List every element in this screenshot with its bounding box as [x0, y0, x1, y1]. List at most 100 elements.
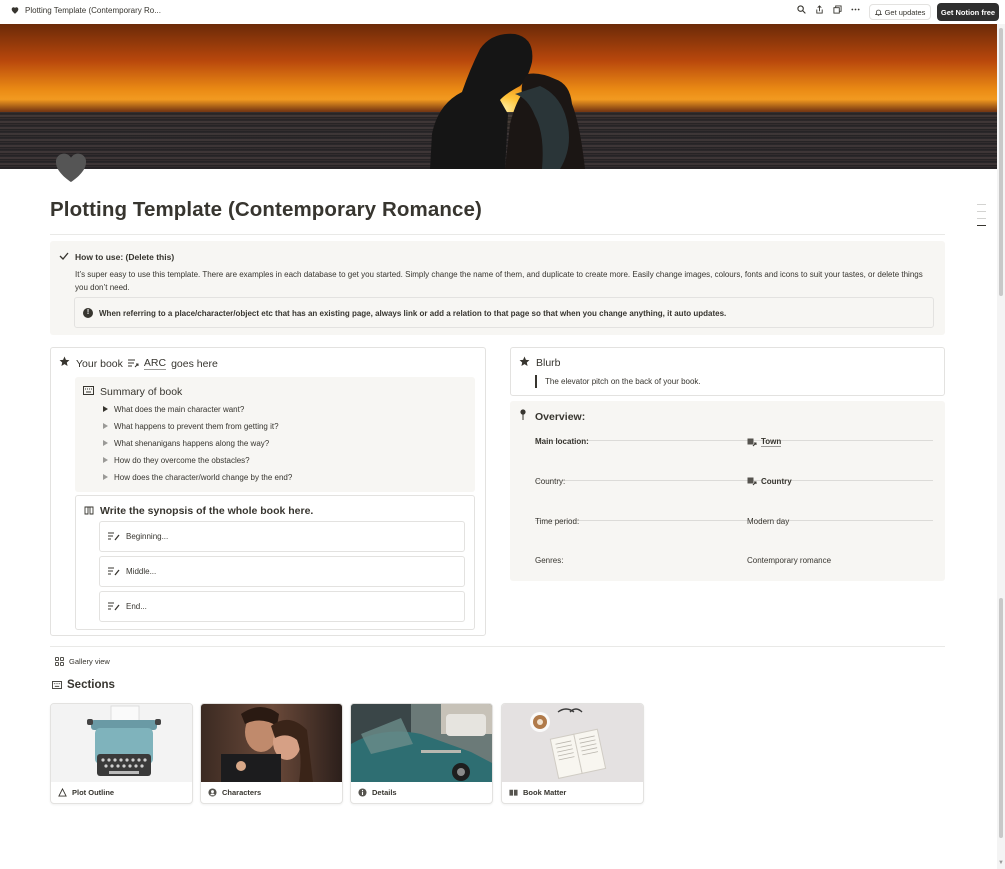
- exclamation-icon: !: [83, 308, 93, 318]
- toggle-arrow-icon[interactable]: [103, 457, 108, 463]
- scroll-down-arrow-icon[interactable]: ▼: [998, 860, 1004, 866]
- blurb-quote[interactable]: The elevator pitch on the back of your b…: [535, 375, 701, 388]
- star-icon: [519, 356, 530, 367]
- gallery-grid-icon: [55, 657, 64, 666]
- database-link-icon: [127, 359, 139, 368]
- card-label: Characters: [222, 788, 262, 797]
- card-label: Plot Outline: [72, 788, 115, 797]
- synopsis-middle[interactable]: Middle...: [99, 556, 465, 587]
- get-updates-button[interactable]: Get updates: [869, 4, 931, 20]
- linking-note-text: When referring to a place/character/obje…: [99, 309, 727, 318]
- more-options-icon[interactable]: [851, 5, 860, 14]
- info-circle-icon: [358, 788, 367, 797]
- card-title: Plot Outline: [58, 788, 114, 797]
- summary-title: Summary of book: [100, 386, 183, 398]
- toggle-item[interactable]: What happens to prevent them from gettin…: [103, 422, 292, 439]
- writing-icon: [108, 567, 120, 576]
- gallery-card-characters[interactable]: Characters: [200, 703, 343, 804]
- card-label: Book Matter: [523, 788, 567, 797]
- book-summary-block: Your book ARC goes here Summary of book …: [50, 347, 486, 636]
- synopsis-beginning-label: Beginning...: [126, 532, 169, 541]
- card-title: Characters: [208, 788, 261, 797]
- toggle-arrow-icon[interactable]: [103, 423, 108, 429]
- synopsis-middle-label: Middle...: [126, 567, 157, 576]
- page-title: Plotting Template (Contemporary Romance): [50, 198, 482, 221]
- breadcrumb-page-title: Plotting Template (Contemporary Ro...: [25, 5, 161, 15]
- overview-row-main-location: Main location: Town: [535, 401, 933, 447]
- blurb-title: Blurb: [536, 357, 561, 369]
- overview-row-genres: Genres: Contemporary romance: [535, 520, 933, 565]
- book-heading-suffix: goes here: [171, 357, 218, 370]
- toggle-item[interactable]: How do they overcome the obstacles?: [103, 456, 292, 473]
- how-to-use-callout: How to use: (Delete this) It’s super eas…: [50, 241, 945, 335]
- keyboard-icon: [52, 681, 62, 689]
- toggle-label: What happens to prevent them from gettin…: [114, 422, 279, 431]
- divider: [50, 646, 945, 647]
- breadcrumb[interactable]: Plotting Template (Contemporary Ro...: [10, 5, 161, 15]
- book-heading-prefix: Your book: [76, 357, 123, 370]
- open-book-icon: [84, 506, 94, 515]
- overview-callout: Overview: Main location: Town Country: C…: [510, 401, 945, 581]
- gallery-card-plot-outline[interactable]: Plot Outline: [50, 703, 193, 804]
- property-key: Genres:: [535, 556, 564, 565]
- blurb-block: Blurb The elevator pitch on the back of …: [510, 347, 945, 396]
- gallery-card-book-matter[interactable]: Book Matter: [501, 703, 644, 804]
- summary-callout: Summary of book What does the main chara…: [75, 377, 475, 492]
- heart-icon: [11, 7, 19, 14]
- toggle-label: How does the character/world change by t…: [114, 473, 293, 482]
- duplicate-icon[interactable]: [833, 5, 842, 14]
- sections-database-title[interactable]: Sections: [52, 679, 115, 691]
- couple-silhouette: [430, 33, 585, 169]
- table-of-contents-markers[interactable]: [977, 204, 986, 232]
- toggle-item[interactable]: What does the main character want?: [103, 405, 292, 422]
- toggle-arrow-icon[interactable]: [103, 440, 108, 446]
- overview-row-time-period: Time period: Modern day: [535, 481, 933, 526]
- keyboard-icon: [83, 386, 94, 395]
- card-title: Book Matter: [509, 788, 566, 797]
- toggle-label: How do they overcome the obstacles?: [114, 456, 250, 465]
- search-icon[interactable]: [797, 5, 806, 14]
- writing-icon: [108, 532, 120, 541]
- toggle-label: What shenanigans happens along the way?: [114, 439, 270, 448]
- toggle-label: What does the main character want?: [114, 405, 245, 414]
- sections-title-label: Sections: [67, 679, 115, 691]
- card-label: Details: [372, 788, 397, 797]
- card-title: Details: [358, 788, 397, 797]
- card-cover-typewriter: [51, 704, 192, 782]
- synopsis-end-label: End...: [126, 602, 147, 611]
- get-notion-free-button[interactable]: Get Notion free: [937, 3, 999, 21]
- synopsis-beginning[interactable]: Beginning...: [99, 521, 465, 552]
- gallery-view-label: Gallery view: [69, 657, 110, 666]
- divider: [50, 234, 945, 235]
- top-bar: Plotting Template (Contemporary Ro... Ge…: [0, 0, 1005, 24]
- share-icon[interactable]: [815, 5, 824, 14]
- gallery-view-tab[interactable]: Gallery view: [55, 657, 110, 666]
- overview-row-country: Country: Country: [535, 441, 933, 486]
- heart-icon[interactable]: [53, 150, 89, 184]
- toggle-arrow-icon[interactable]: [103, 406, 108, 412]
- pushpin-icon: [520, 409, 526, 420]
- synopsis-end[interactable]: End...: [99, 591, 465, 622]
- summary-toggle-list: What does the main character want? What …: [103, 405, 292, 490]
- triangle-icon: [58, 788, 67, 797]
- scrollbar[interactable]: ▼: [997, 24, 1005, 869]
- card-cover-book-coffee: [502, 704, 643, 782]
- card-cover-vintage-truck: [351, 704, 492, 782]
- checkmark-icon: [59, 252, 69, 260]
- callout-body: It’s super easy to use this template. Th…: [75, 270, 923, 292]
- synopsis-title: Write the synopsis of the whole book her…: [100, 505, 314, 517]
- scrollbar-thumb[interactable]: [999, 598, 1003, 838]
- bell-icon: [874, 9, 882, 16]
- gallery-card-details[interactable]: Details: [350, 703, 493, 804]
- toggle-arrow-icon[interactable]: [103, 474, 108, 480]
- scrollbar-thumb[interactable]: [999, 28, 1003, 296]
- toggle-item[interactable]: What shenanigans happens along the way?: [103, 439, 292, 456]
- toggle-item[interactable]: How does the character/world change by t…: [103, 473, 292, 490]
- star-icon: [59, 356, 70, 367]
- open-book-icon: [509, 789, 518, 796]
- property-value[interactable]: Contemporary romance: [747, 556, 831, 565]
- writing-icon: [108, 602, 120, 611]
- book-heading: Your book ARC goes here: [76, 357, 218, 370]
- arc-link[interactable]: ARC: [143, 357, 167, 370]
- card-cover-couple: [201, 704, 342, 782]
